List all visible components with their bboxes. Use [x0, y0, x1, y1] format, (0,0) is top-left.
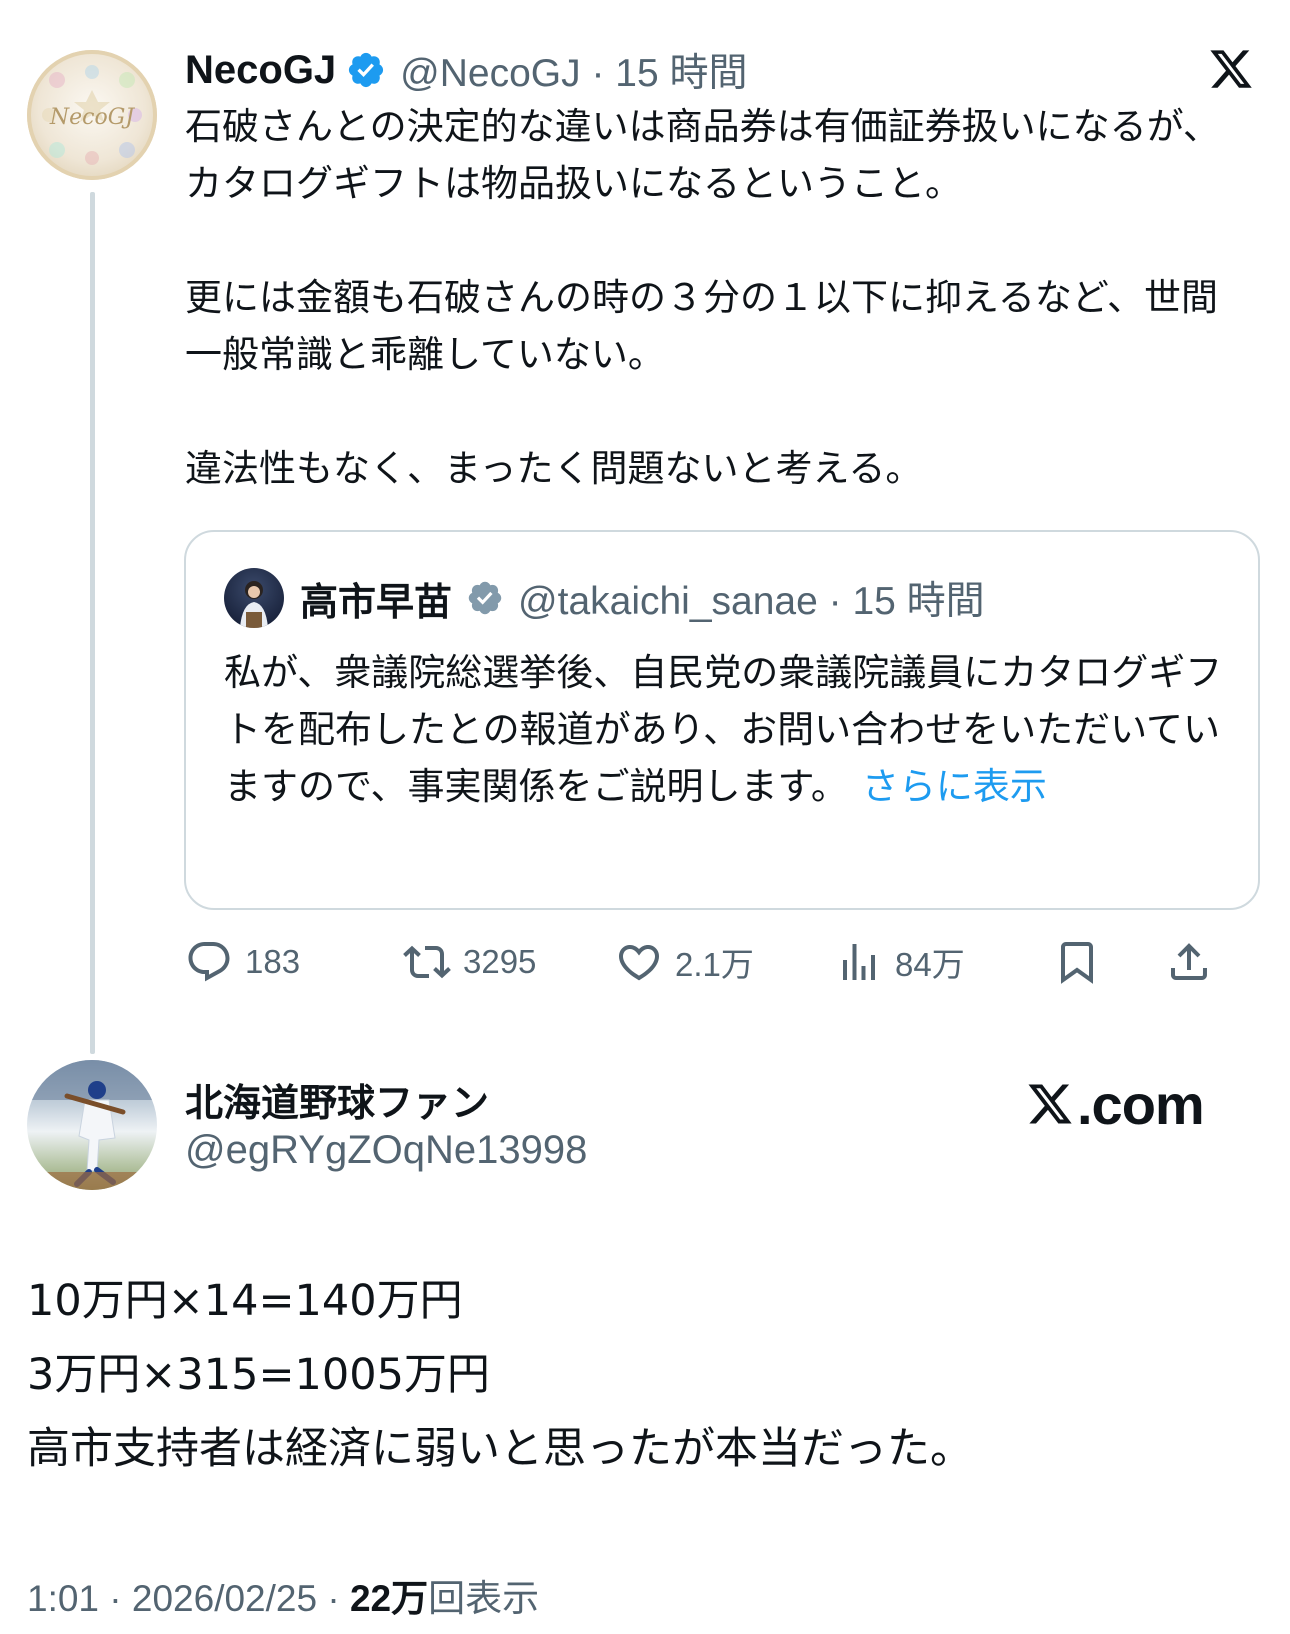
bookmark-button[interactable]: [1053, 932, 1113, 992]
necogj-avatar-image: NecoGJ: [42, 65, 142, 165]
like-button[interactable]: 2.1万: [615, 932, 754, 992]
like-count: 2.1万: [675, 946, 754, 983]
xcom-watermark: .com: [1025, 1072, 1205, 1136]
action-bar: 183 3295 2.1万 84万: [185, 932, 1265, 992]
verified-badge-icon: [468, 581, 502, 615]
repost-button[interactable]: 3295: [403, 932, 536, 992]
hokkaido-fan-avatar-image: [27, 1060, 157, 1190]
share-icon: [1171, 943, 1207, 980]
takaichi-avatar-image: [240, 581, 268, 628]
post-text: 10万円×14=140万円 3万円×315=1005万円 高市支持者は経済に弱い…: [27, 1276, 973, 1474]
quote-card[interactable]: 高市早苗 @takaichi_sanae · 15 時間 私が、衆議院総選挙後、…: [184, 530, 1260, 910]
bookmark-icon: [1061, 942, 1093, 984]
reply-icon: [188, 942, 230, 982]
svg-text:NecoGJ: NecoGJ: [49, 105, 135, 130]
quoted-post-text: 石破さんとの決定的な違いは商品券は有価証券扱いになるが、カタログギフトは物品扱い…: [185, 105, 1220, 490]
repost-icon: [403, 945, 451, 979]
views-icon: [843, 944, 875, 980]
like-icon: [618, 945, 660, 981]
post-time-date[interactable]: 1:01 · 2026/02/25 ·: [27, 1578, 350, 1619]
quoted-handle-time[interactable]: @NecoGJ · 15 時間: [400, 42, 747, 98]
views-button[interactable]: 84万: [835, 932, 965, 992]
quote-author-name[interactable]: 高市早苗: [300, 571, 452, 626]
quote-body-text: 私が、衆議院総選挙後、自民党の衆議院議員にカタログギフトを配布したとの報道があり…: [224, 651, 1223, 808]
x-logo-icon: [1028, 1084, 1072, 1124]
quote-handle-time[interactable]: @takaichi_sanae · 15 時間: [518, 570, 985, 626]
post-views-count: 22万: [349, 1578, 429, 1619]
xcom-watermark-text: .com: [1077, 1072, 1205, 1136]
reply-button[interactable]: 183: [185, 932, 300, 992]
verified-badge-icon: [349, 52, 384, 88]
necogj-avatar[interactable]: NecoGJ: [27, 50, 157, 180]
takaichi-avatar[interactable]: [224, 568, 284, 628]
thread-connector-line: [90, 192, 95, 1054]
quoted-author-name[interactable]: NecoGJ: [185, 48, 336, 93]
hokkaido-fan-avatar[interactable]: [27, 1060, 157, 1190]
quote-text: 私が、衆議院総選挙後、自民党の衆議院議員にカタログギフトを配布したとの報道があり…: [224, 644, 1224, 815]
quoted-post-header: NecoGJ @NecoGJ · 15 時間: [185, 40, 748, 100]
post-author-name[interactable]: 北海道野球ファン: [185, 1072, 489, 1127]
quote-card-header: 高市早苗 @takaichi_sanae · 15 時間: [224, 568, 985, 628]
x-logo-icon[interactable]: [1207, 46, 1255, 92]
show-more-link[interactable]: さらに表示: [862, 765, 1047, 808]
post-views-label: 回表示: [428, 1578, 540, 1619]
repost-count: 3295: [463, 943, 537, 980]
views-count: 84万: [895, 946, 965, 983]
post-author-handle[interactable]: @egRYgZOqNe13998: [185, 1128, 587, 1173]
post-meta: 1:01 · 2026/02/25 · 22万回表示: [27, 1568, 539, 1622]
reply-count: 183: [245, 943, 301, 980]
share-button[interactable]: [1165, 932, 1225, 992]
